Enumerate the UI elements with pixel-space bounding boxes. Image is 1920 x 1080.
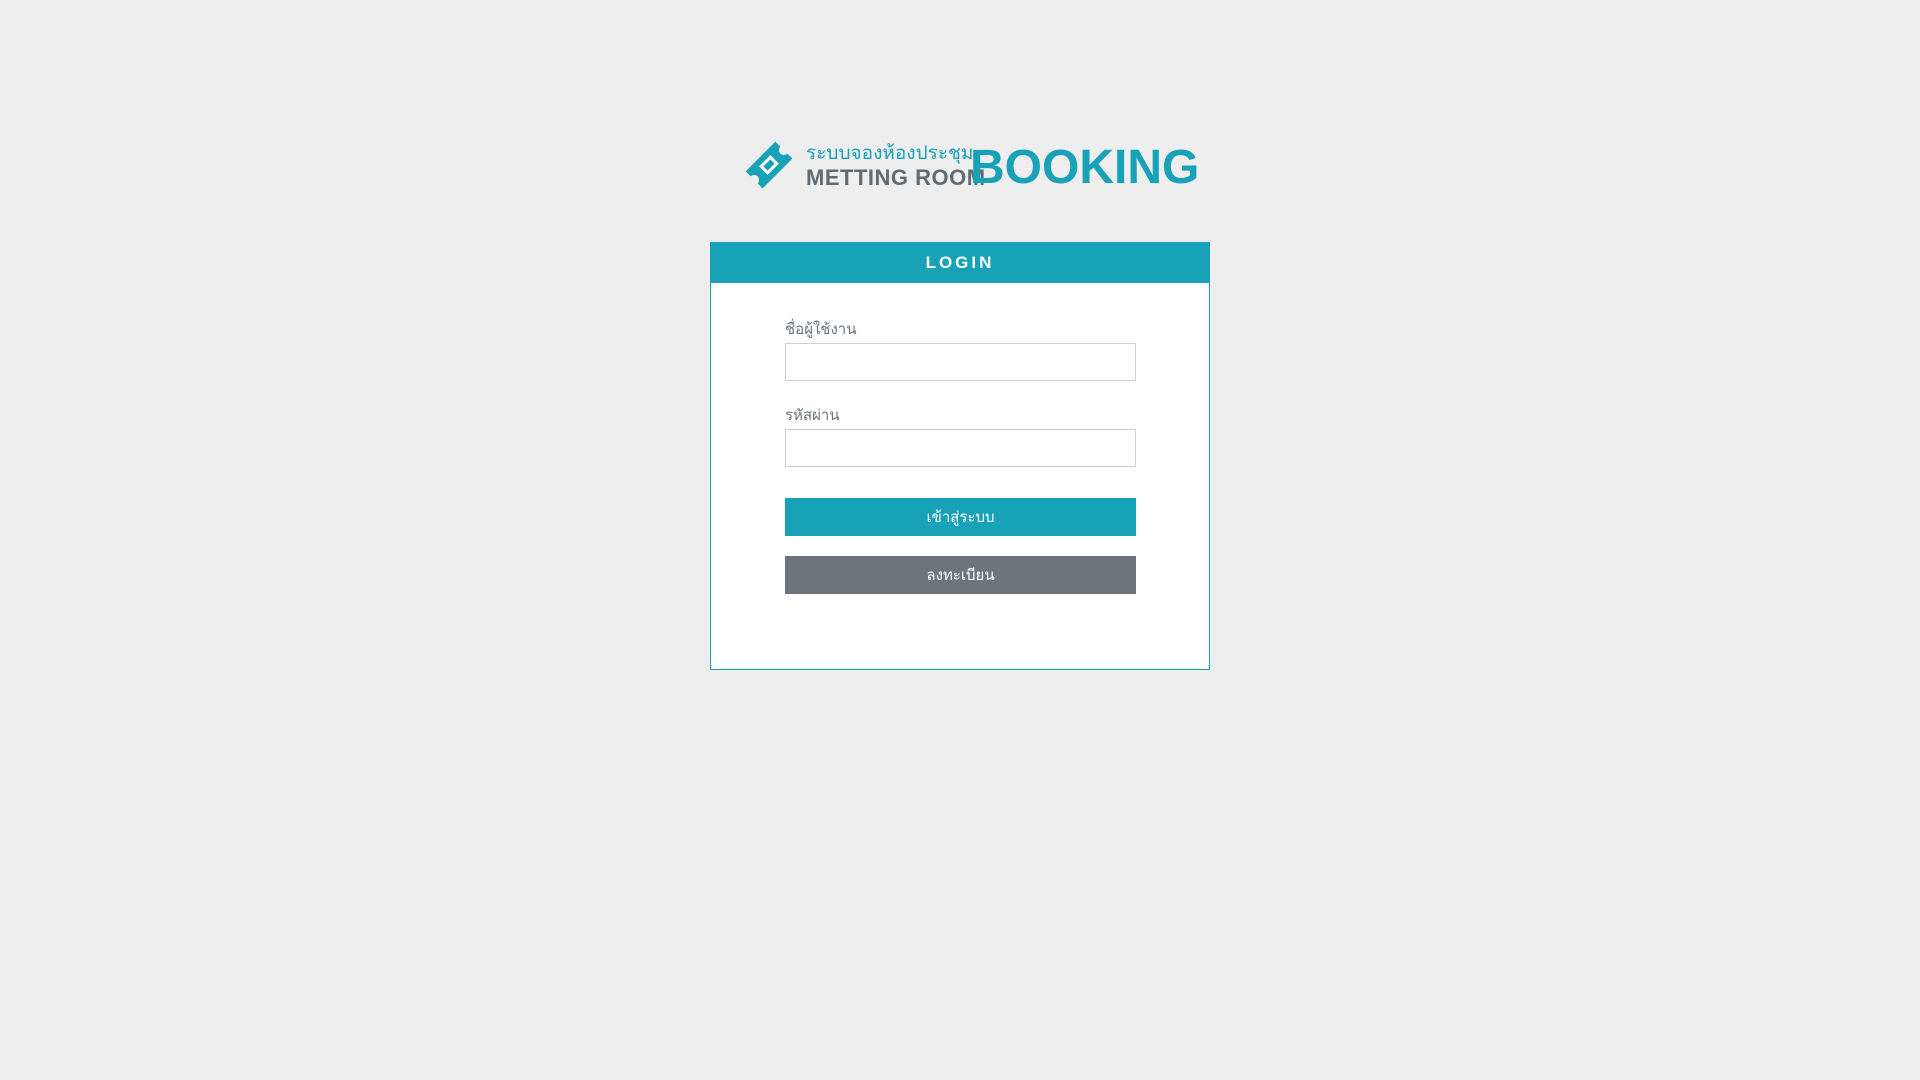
username-label: ชื่อผู้ใช้งาน: [785, 320, 857, 338]
login-card-title: LOGIN: [711, 243, 1209, 283]
password-input[interactable]: [785, 429, 1136, 467]
login-page: ระบบจองห้องประชุม METTING ROOM BOOKING L…: [0, 0, 1920, 1080]
logo-sub-text: METTING ROOM: [806, 165, 986, 190]
app-logo: ระบบจองห้องประชุม METTING ROOM BOOKING: [740, 134, 1199, 202]
password-label: รหัสผ่าน: [785, 406, 840, 424]
logo-main-text: BOOKING: [970, 141, 1200, 194]
logo-thai-text: ระบบจองห้องประชุม: [806, 142, 974, 164]
username-input[interactable]: [785, 343, 1136, 381]
login-button[interactable]: เข้าสู่ระบบ: [785, 498, 1136, 536]
login-card: LOGIN ชื่อผู้ใช้งาน รหัสผ่าน เข้าสู่ระบบ…: [710, 242, 1210, 670]
ticket-icon: [745, 141, 793, 189]
register-button[interactable]: ลงทะเบียน: [785, 556, 1136, 594]
